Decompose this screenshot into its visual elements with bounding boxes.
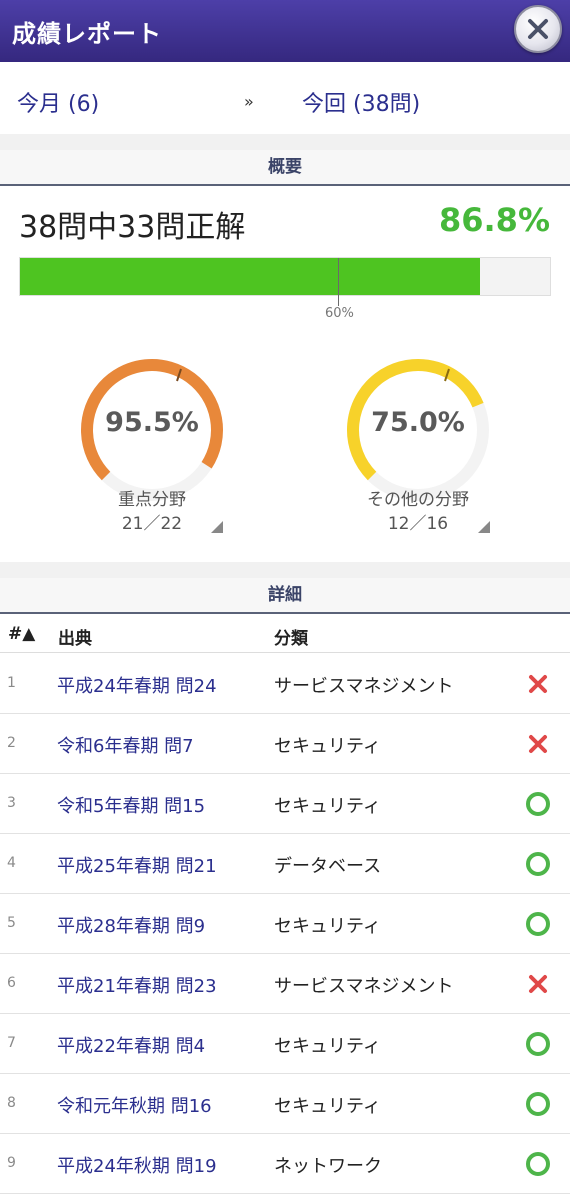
other-area-gauge: 75.0% その他の分野 12／16 bbox=[328, 355, 508, 535]
table-row[interactable]: 5 平成28年春期 問9 セキュリティ bbox=[0, 894, 570, 954]
correct-icon bbox=[526, 1092, 550, 1116]
incorrect-icon bbox=[526, 672, 550, 696]
row-category: サービスマネジメント bbox=[274, 676, 454, 697]
row-source-link[interactable]: 令和6年春期 問7 bbox=[57, 732, 194, 758]
column-category[interactable]: 分類 bbox=[274, 624, 308, 649]
column-source[interactable]: 出典 bbox=[58, 624, 92, 649]
row-source-link[interactable]: 平成24年秋期 問19 bbox=[57, 1152, 217, 1178]
score-percent: 86.8% bbox=[438, 201, 550, 239]
table-header: #▲ 出典 分類 bbox=[0, 615, 570, 653]
row-source-link[interactable]: 平成25年春期 問21 bbox=[57, 852, 217, 878]
month-link[interactable]: 今月 (6) bbox=[17, 86, 99, 118]
other-area-expand-icon[interactable] bbox=[478, 521, 490, 533]
table-row[interactable]: 7 平成22年春期 問4 セキュリティ bbox=[0, 1014, 570, 1074]
row-category: セキュリティ bbox=[274, 1096, 381, 1117]
pass-threshold-label: 60% bbox=[325, 306, 354, 321]
table-row[interactable]: 8 令和元年秋期 問16 セキュリティ bbox=[0, 1074, 570, 1134]
row-category: ネットワーク bbox=[274, 1156, 382, 1177]
table-row[interactable]: 4 平成25年春期 問21 データベース bbox=[0, 834, 570, 894]
row-source-link[interactable]: 令和5年春期 問15 bbox=[57, 792, 205, 818]
row-number: 4 bbox=[7, 855, 16, 871]
row-number: 7 bbox=[7, 1035, 16, 1051]
summary-section-title: 概要 bbox=[0, 150, 570, 186]
table-row[interactable]: 1 平成24年春期 問24 サービスマネジメント bbox=[0, 654, 570, 714]
row-source-link[interactable]: 令和元年秋期 問16 bbox=[57, 1092, 212, 1118]
app-header: 成績レポート bbox=[0, 0, 570, 62]
score-progress-bar bbox=[19, 257, 551, 306]
focus-area-label: 重点分野 bbox=[118, 490, 186, 510]
row-category: セキュリティ bbox=[274, 916, 381, 937]
current-link[interactable]: 今回 (38問) bbox=[302, 86, 420, 118]
table-row[interactable]: 3 令和5年春期 問15 セキュリティ bbox=[0, 774, 570, 834]
row-category: セキュリティ bbox=[274, 796, 381, 817]
incorrect-icon bbox=[526, 732, 550, 756]
focus-area-expand-icon[interactable] bbox=[211, 521, 223, 533]
table-row[interactable]: 2 令和6年春期 問7 セキュリティ bbox=[0, 714, 570, 774]
column-number[interactable]: #▲ bbox=[8, 624, 35, 644]
divider bbox=[0, 134, 570, 150]
pass-threshold-marker bbox=[338, 258, 339, 306]
row-source-link[interactable]: 平成24年春期 問24 bbox=[57, 672, 217, 698]
page-title: 成績レポート bbox=[12, 20, 162, 48]
correct-icon bbox=[526, 852, 550, 876]
row-category: サービスマネジメント bbox=[274, 976, 454, 997]
details-section-title: 詳細 bbox=[0, 578, 570, 614]
period-nav: 今月 (6) » 今回 (38問) bbox=[0, 62, 570, 134]
row-number: 1 bbox=[7, 675, 16, 691]
row-source-link[interactable]: 平成28年春期 問9 bbox=[57, 912, 205, 938]
nav-separator: » bbox=[244, 92, 254, 111]
row-source-link[interactable]: 平成22年春期 問4 bbox=[57, 1032, 205, 1058]
other-area-label: その他の分野 bbox=[367, 490, 469, 510]
divider bbox=[0, 562, 570, 578]
row-category: セキュリティ bbox=[274, 736, 381, 757]
focus-area-percent: 95.5% bbox=[105, 407, 199, 438]
focus-area-gauge: 95.5% 重点分野 21／22 bbox=[62, 355, 242, 535]
row-category: データベース bbox=[274, 856, 382, 877]
row-number: 9 bbox=[7, 1155, 16, 1171]
row-number: 5 bbox=[7, 915, 16, 931]
score-progress-fill bbox=[20, 258, 481, 295]
row-number: 3 bbox=[7, 795, 16, 811]
correct-icon bbox=[526, 792, 550, 816]
table-row[interactable]: 6 平成21年春期 問23 サービスマネジメント bbox=[0, 954, 570, 1014]
row-category: セキュリティ bbox=[274, 1036, 381, 1057]
correct-icon bbox=[526, 912, 550, 936]
score-text: 38問中33問正解 bbox=[19, 210, 246, 245]
correct-icon bbox=[526, 1032, 550, 1056]
row-number: 2 bbox=[7, 735, 16, 751]
close-button[interactable] bbox=[514, 5, 562, 53]
row-number: 6 bbox=[7, 975, 16, 991]
incorrect-icon bbox=[526, 972, 550, 996]
correct-icon bbox=[526, 1152, 550, 1176]
other-area-percent: 75.0% bbox=[371, 407, 465, 438]
close-icon bbox=[528, 19, 548, 39]
table-row[interactable]: 9 平成24年秋期 問19 ネットワーク bbox=[0, 1134, 570, 1194]
row-number: 8 bbox=[7, 1095, 16, 1111]
row-source-link[interactable]: 平成21年春期 問23 bbox=[57, 972, 217, 998]
